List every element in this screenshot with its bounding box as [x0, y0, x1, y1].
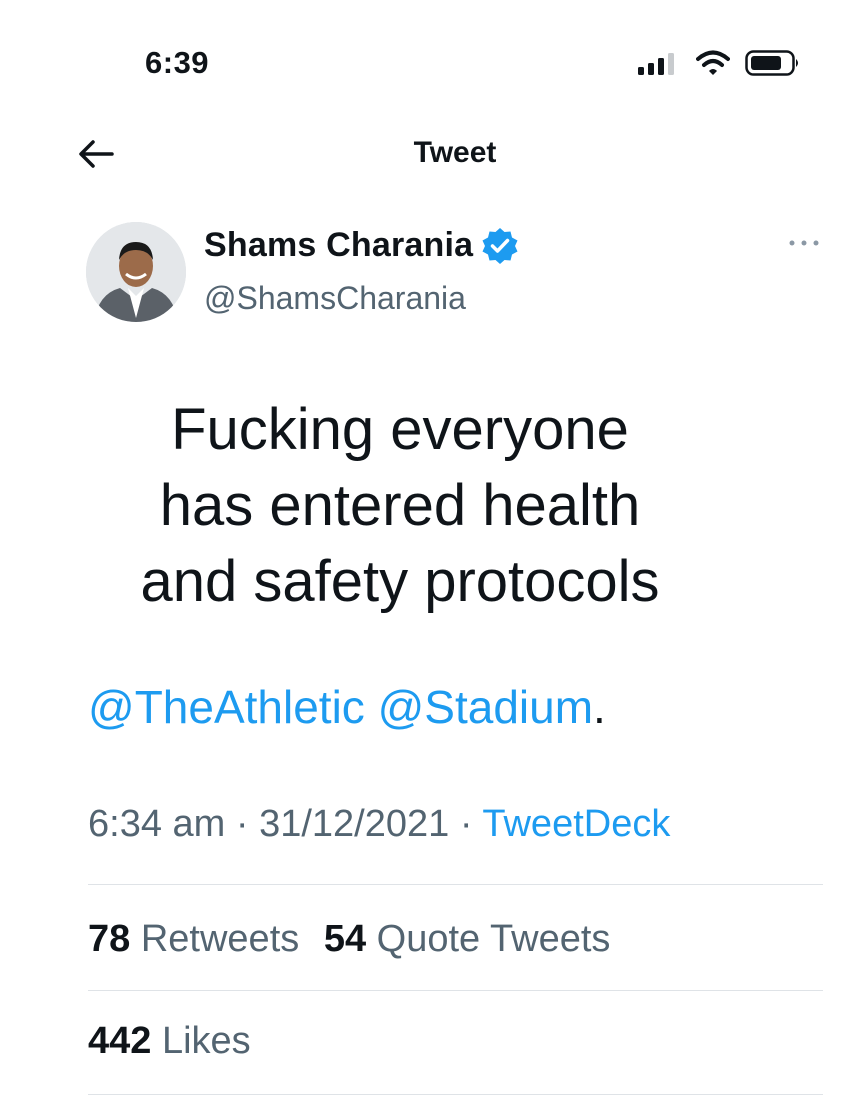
- status-bar: 6:39: [0, 0, 845, 110]
- author-name[interactable]: Shams Charania: [204, 226, 473, 265]
- tweet-mentions: @TheAthletic @Stadium.: [88, 680, 606, 734]
- quote-tweets-stat[interactable]: 54 Quote Tweets: [324, 918, 611, 960]
- likes-stat[interactable]: 442 Likes: [88, 1020, 251, 1062]
- quotes-label: Quote Tweets: [376, 918, 611, 960]
- tweet-line: and safety protocols: [140, 549, 660, 614]
- mention-link-theathletic[interactable]: @TheAthletic: [88, 681, 365, 733]
- author-handle[interactable]: @ShamsCharania: [204, 280, 466, 317]
- retweets-stat[interactable]: 78 Retweets: [88, 918, 299, 960]
- wifi-icon: [696, 50, 730, 75]
- verified-badge-icon: [482, 227, 518, 264]
- meta-separator: ·: [449, 803, 483, 845]
- status-time: 6:39: [145, 45, 210, 80]
- tweet-line: Fucking everyone: [171, 397, 629, 462]
- likes-label: Likes: [161, 1020, 251, 1062]
- divider: [88, 990, 823, 991]
- page-title: Tweet: [413, 136, 497, 169]
- retweets-count: 78: [88, 918, 131, 960]
- likes-count: 442: [88, 1020, 152, 1062]
- author-name-row: Shams Charania: [204, 226, 519, 265]
- tweet-meta: 6:34 am · 31/12/2021 · TweetDeck: [88, 803, 670, 846]
- likes-stats: 442 Likes: [88, 1020, 265, 1063]
- mentions-suffix: .: [593, 681, 606, 733]
- divider: [88, 1094, 823, 1095]
- battery-icon: [745, 50, 798, 76]
- avatar-image: [86, 222, 186, 322]
- more-options-icon[interactable]: [786, 236, 822, 250]
- avatar[interactable]: [86, 222, 186, 322]
- tweet-date: 31/12/2021: [259, 803, 450, 845]
- tweet-time: 6:34 am: [88, 803, 226, 845]
- engagement-stats: 78 Retweets 54 Quote Tweets: [88, 918, 624, 961]
- signal-icon: [638, 53, 674, 75]
- tweet-source-link[interactable]: TweetDeck: [482, 803, 670, 845]
- retweets-label: Retweets: [140, 918, 300, 960]
- quotes-count: 54: [323, 918, 367, 960]
- mention-link-stadium[interactable]: @Stadium: [378, 681, 593, 733]
- tweet-text: Fucking everyone has entered health and …: [0, 392, 800, 620]
- divider: [88, 884, 823, 885]
- tweet-line: has entered health: [159, 473, 641, 538]
- tweet-author: Shams Charania @ShamsCharania: [0, 220, 845, 330]
- nav-bar: Tweet: [0, 120, 845, 190]
- meta-separator: ·: [225, 803, 260, 845]
